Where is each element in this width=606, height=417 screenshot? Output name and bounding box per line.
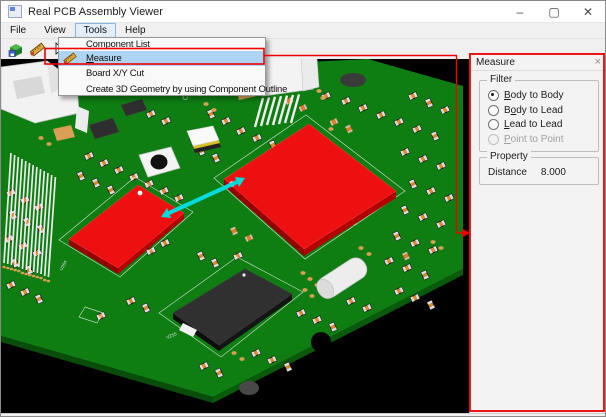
window-bottom-edge	[1, 413, 605, 417]
panel-close-icon[interactable]: ×	[595, 57, 601, 68]
distance-value: 8.000	[541, 167, 566, 178]
filter-option-body-to-lead: Body to Lead	[488, 105, 563, 116]
filter-group-label: Filter	[487, 74, 515, 86]
open-model-icon[interactable]	[7, 41, 24, 58]
menubar-item-help[interactable]: Help	[116, 23, 155, 38]
window-title: Real PCB Assembly Viewer	[28, 6, 163, 18]
minimize-button[interactable]: –	[503, 1, 537, 22]
filter-option-point-to-point: Point to Point	[488, 134, 563, 145]
menu-bar: FileViewToolsHelp	[1, 23, 605, 38]
menu-item-component-list[interactable]: Component List	[59, 38, 265, 51]
menu-item-measure[interactable]: Measure	[59, 51, 265, 66]
radio-body-to-lead[interactable]	[488, 105, 499, 116]
tools-dropdown-menu: Component List Measure Board X/Y Cut Create…	[58, 37, 266, 96]
radio-label: Body to Lead	[504, 105, 563, 116]
property-group-label: Property	[487, 151, 531, 163]
radio-label: Body to Body	[504, 90, 563, 101]
menubar-item-tools[interactable]: Tools	[75, 23, 116, 38]
filter-option-lead-to-lead: Lead to Lead	[488, 119, 562, 130]
menu-item-label: Measure	[86, 53, 122, 64]
menu-item-label: Board X/Y Cut	[86, 68, 144, 79]
filter-option-body-to-body: Body to Body	[488, 90, 563, 101]
menubar-item-view[interactable]: View	[35, 23, 75, 38]
close-button[interactable]: ✕	[571, 1, 605, 22]
maximize-button[interactable]: ▢	[537, 1, 571, 22]
menu-item-create-3d-geometry-by-using-component-outline[interactable]: Create 3D Geometry by using Component Ou…	[59, 81, 265, 97]
radio-label: Point to Point	[504, 134, 563, 145]
app-window: Real PCB Assembly Viewer – ▢ ✕ FileViewT…	[0, 0, 606, 417]
menu-item-board-x-y-cut[interactable]: Board X/Y Cut	[59, 66, 265, 82]
measure-panel-title: Measure	[476, 57, 515, 68]
filter-groupbox: Filter Body to BodyBody to LeadLead to L…	[479, 80, 599, 152]
window-controls: – ▢ ✕	[503, 1, 605, 22]
measure-tool-icon	[62, 52, 78, 65]
measure-panel: Measure × Filter Body to Body Body to Lea…	[469, 53, 606, 413]
title-bar: Real PCB Assembly Viewer – ▢ ✕	[1, 1, 605, 23]
radio-label: Lead to Lead	[504, 119, 562, 130]
pcb-3d-viewport[interactable]: CN2 U364 VZ55	[1, 59, 469, 413]
app-icon	[8, 5, 22, 18]
property-groupbox: Property Distance 8.000	[479, 157, 599, 185]
menu-item-label: Component List	[86, 39, 150, 50]
menu-item-label: Create 3D Geometry by using Component Ou…	[86, 84, 287, 95]
menubar-item-file[interactable]: File	[1, 23, 35, 38]
measure-tool-icon[interactable]	[29, 41, 46, 58]
radio-lead-to-lead[interactable]	[488, 119, 499, 130]
measure-panel-titlebar: Measure ×	[470, 54, 606, 71]
distance-label: Distance	[488, 167, 527, 178]
radio-point-to-point	[488, 134, 499, 145]
radio-body-to-body[interactable]	[488, 90, 499, 101]
